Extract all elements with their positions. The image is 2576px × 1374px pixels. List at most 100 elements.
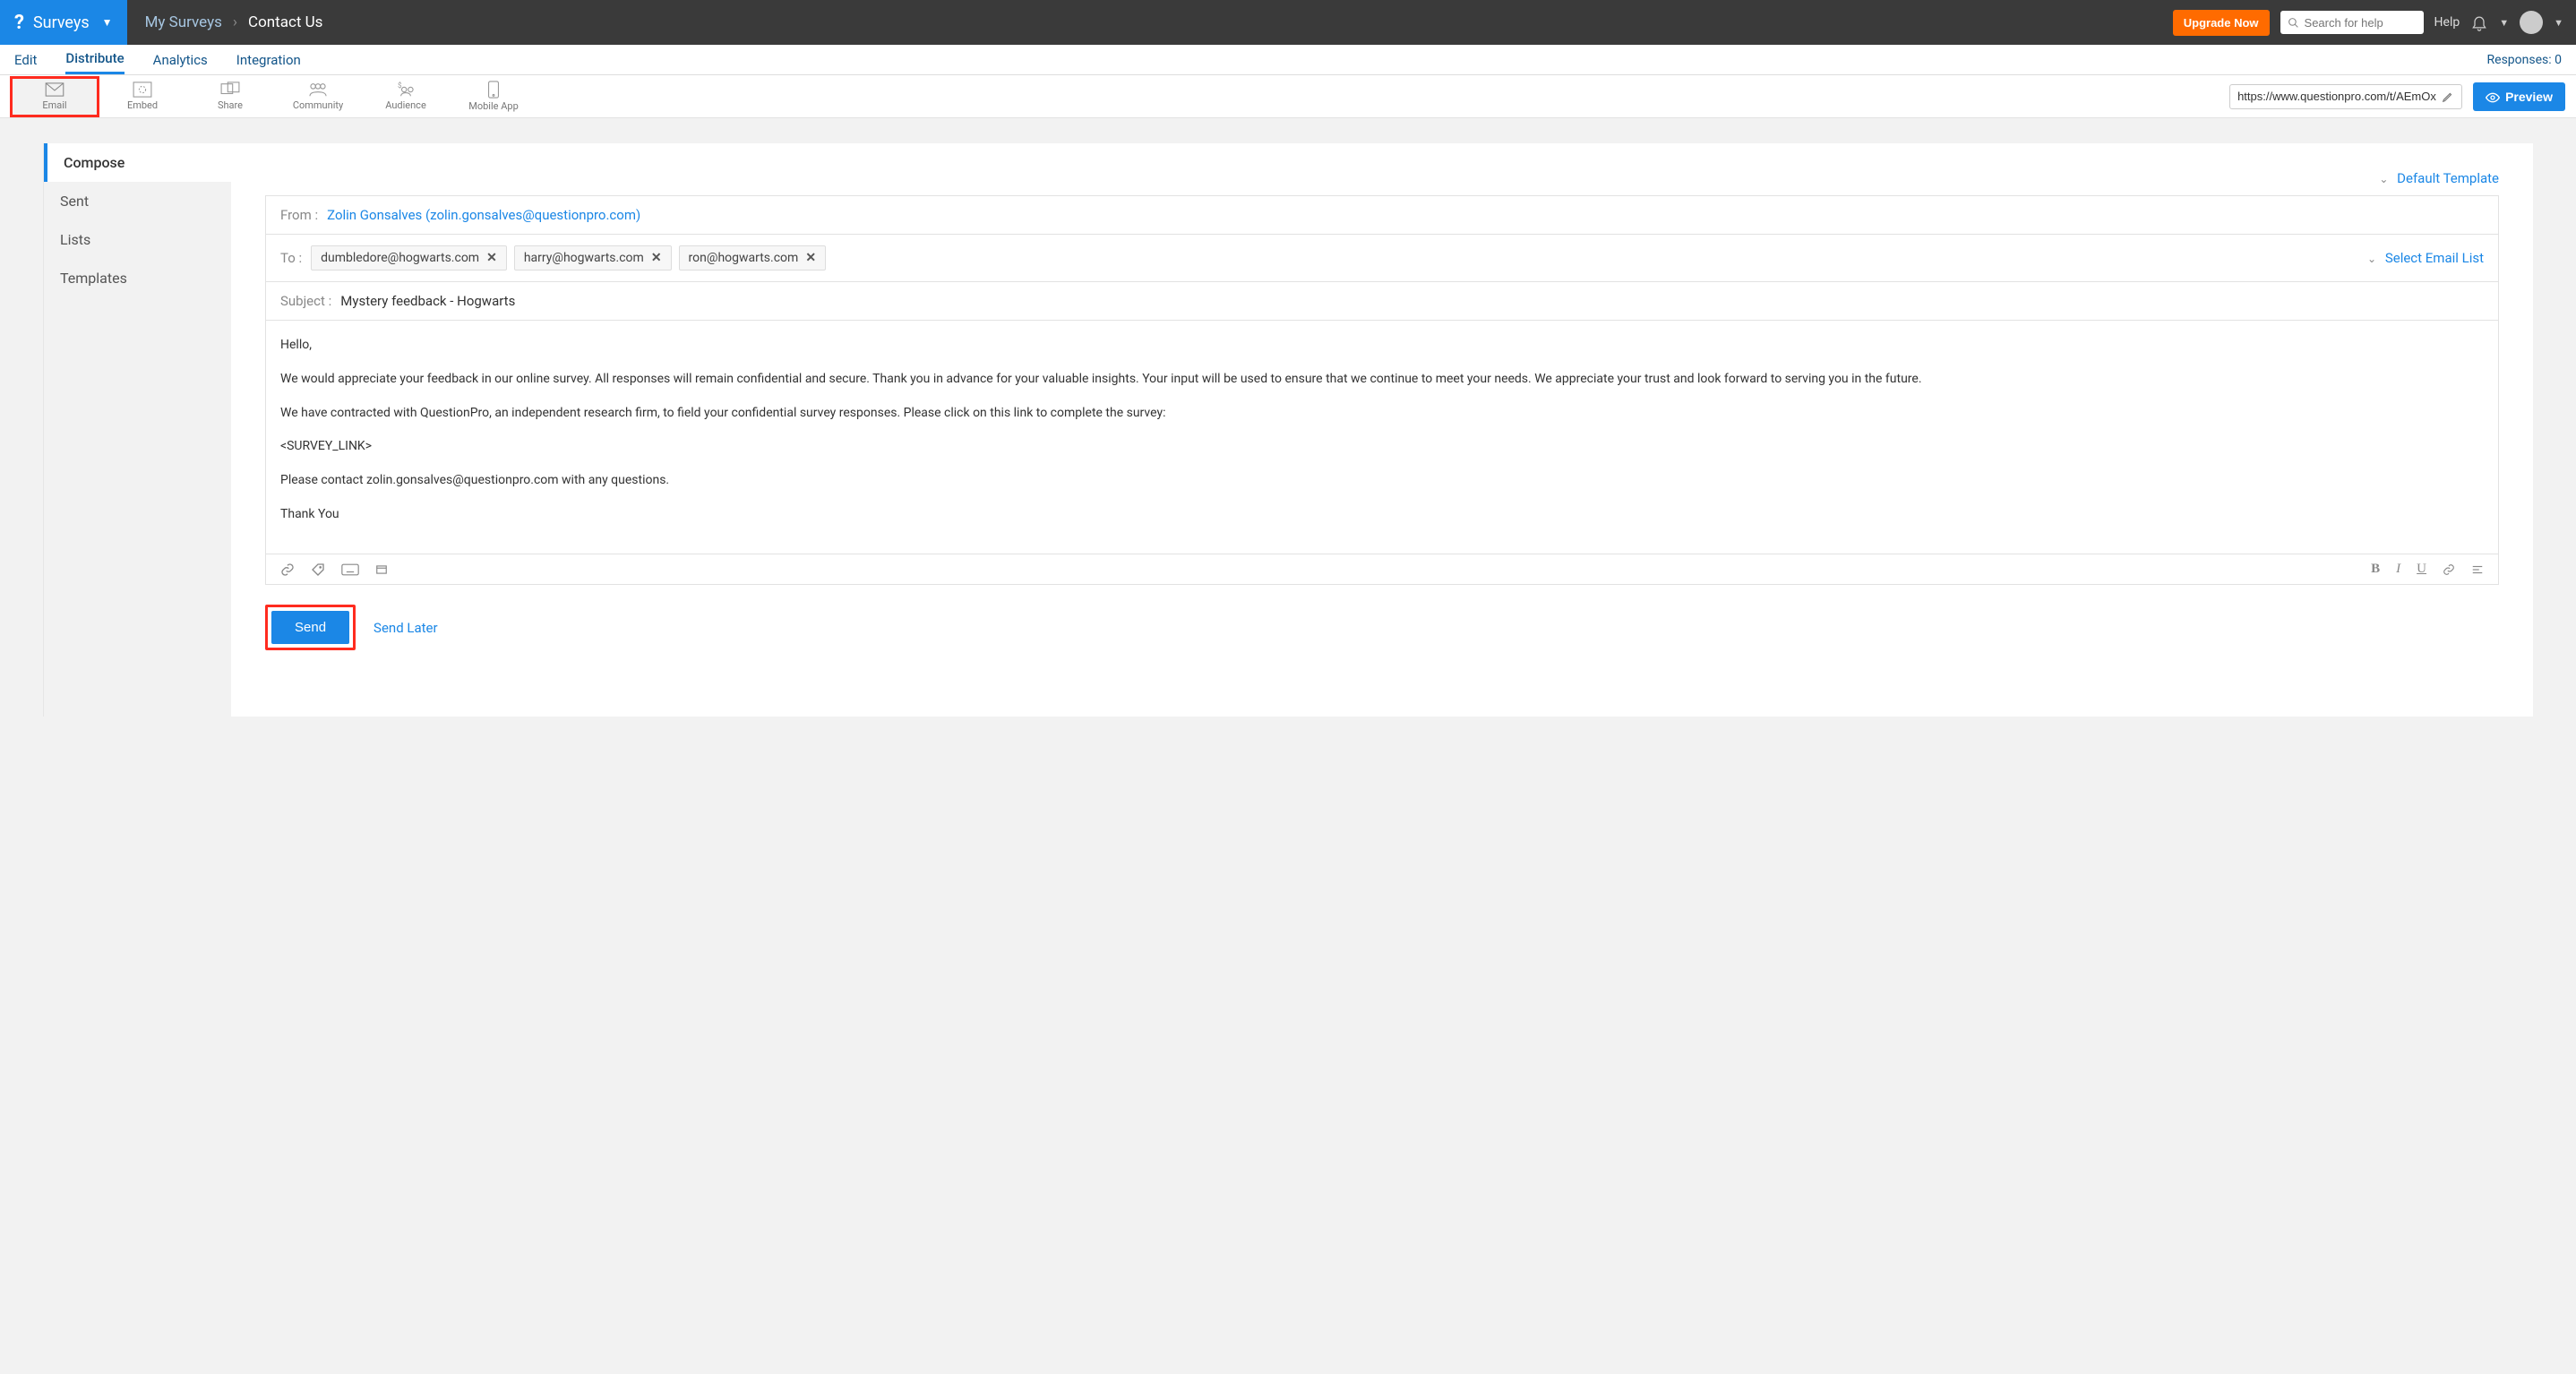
dist-mobile-label: Mobile App (468, 100, 519, 112)
recipient-chip[interactable]: dumbledore@hogwarts.com ✕ (311, 245, 507, 271)
breadcrumb-link[interactable]: My Surveys (145, 13, 222, 31)
survey-url-input[interactable] (2237, 90, 2442, 103)
subject-value[interactable]: Mystery feedback - Hogwarts (340, 293, 515, 309)
underline-button[interactable]: U (2417, 562, 2426, 577)
responses-count[interactable]: Responses: 0 (2487, 53, 2562, 67)
recipient-email: harry@hogwarts.com (524, 251, 644, 265)
chevron-right-icon: › (233, 13, 237, 31)
main-area: Compose Sent Lists Templates ⌄ Default T… (0, 118, 2576, 752)
brand-logo: ? (14, 12, 24, 34)
eye-icon (2486, 90, 2500, 104)
link-icon[interactable] (2443, 562, 2455, 577)
dist-share-label: Share (218, 99, 243, 111)
mobile-icon (487, 81, 500, 99)
caret-down-icon[interactable]: ▼ (2499, 17, 2509, 29)
link-icon[interactable] (280, 562, 295, 576)
compose-sidenav: Compose Sent Lists Templates (43, 143, 231, 717)
keyboard-icon[interactable] (341, 562, 359, 577)
top-bar: ? Surveys ▼ My Surveys › Contact Us Upgr… (0, 0, 2576, 45)
from-value[interactable]: Zolin Gonsalves (zolin.gonsalves@questio… (327, 207, 640, 223)
bold-button[interactable]: B (2371, 562, 2380, 577)
tab-integration[interactable]: Integration (236, 47, 301, 73)
dist-community[interactable]: Community (274, 77, 362, 116)
from-row: From : Zolin Gonsalves (zolin.gonsalves@… (266, 196, 2498, 235)
audience-icon: $ (396, 82, 416, 98)
select-email-list-link[interactable]: ⌄ Select Email List (2367, 250, 2484, 266)
dist-email[interactable]: Email (11, 77, 99, 116)
upgrade-button[interactable]: Upgrade Now (2173, 10, 2270, 36)
sidenav-lists[interactable]: Lists (44, 220, 231, 259)
default-template-link[interactable]: ⌄ Default Template (265, 170, 2499, 186)
body-p4: <SURVEY_LINK> (280, 436, 2484, 458)
topbar-right: Upgrade Now Help ▼ ▼ (2173, 10, 2576, 36)
tab-distribute[interactable]: Distribute (65, 45, 124, 74)
align-icon[interactable] (2471, 562, 2484, 577)
to-row: To : dumbledore@hogwarts.com ✕ harry@hog… (266, 235, 2498, 282)
search-icon (2288, 15, 2299, 30)
remove-chip-icon[interactable]: ✕ (651, 251, 662, 265)
embed-icon (133, 82, 152, 98)
dist-email-label: Email (42, 99, 66, 111)
main-tabs: Edit Distribute Analytics Integration Re… (0, 45, 2576, 75)
compose-box: From : Zolin Gonsalves (zolin.gonsalves@… (265, 195, 2499, 585)
window-icon[interactable] (375, 562, 388, 577)
sidenav-templates[interactable]: Templates (44, 259, 231, 297)
pencil-icon[interactable] (2442, 90, 2454, 104)
body-p1: Hello, (280, 335, 2484, 356)
sidenav-sent[interactable]: Sent (44, 182, 231, 220)
body-p6: Thank You (280, 504, 2484, 526)
send-row: Send Send Later (265, 605, 2499, 650)
dist-share[interactable]: Share (186, 77, 274, 116)
sidenav-compose[interactable]: Compose (44, 143, 231, 182)
body-p2: We would appreciate your feedback in our… (280, 369, 2484, 391)
to-label: To : (280, 250, 302, 266)
survey-url-box[interactable] (2229, 84, 2462, 109)
dist-mobile[interactable]: Mobile App (450, 77, 537, 116)
default-template-label: Default Template (2397, 170, 2499, 186)
recipient-chip[interactable]: ron@hogwarts.com ✕ (679, 245, 827, 271)
compose-panel: ⌄ Default Template From : Zolin Gonsalve… (231, 143, 2533, 717)
recipient-chips: dumbledore@hogwarts.com ✕ harry@hogwarts… (311, 245, 826, 271)
subject-row: Subject : Mystery feedback - Hogwarts (266, 282, 2498, 321)
help-link[interactable]: Help (2434, 15, 2460, 30)
share-icon (220, 82, 240, 98)
send-highlight: Send (265, 605, 356, 650)
toolbar-right: Preview (2229, 82, 2565, 111)
help-search[interactable] (2280, 11, 2424, 34)
body-p3: We have contracted with QuestionPro, an … (280, 403, 2484, 425)
breadcrumb-current: Contact Us (248, 13, 322, 31)
recipient-email: dumbledore@hogwarts.com (321, 251, 479, 265)
brand-menu[interactable]: ? Surveys ▼ (0, 0, 127, 45)
caret-down-icon[interactable]: ▼ (2554, 17, 2563, 29)
dist-audience-label: Audience (385, 99, 426, 111)
recipient-chip[interactable]: harry@hogwarts.com ✕ (514, 245, 672, 271)
distribute-toolbar: Email Embed Share Community $ Audience M… (0, 75, 2576, 118)
send-later-link[interactable]: Send Later (374, 620, 438, 636)
preview-button[interactable]: Preview (2473, 82, 2565, 111)
help-search-input[interactable] (2305, 16, 2417, 30)
tab-analytics[interactable]: Analytics (153, 47, 208, 73)
dist-community-label: Community (293, 99, 343, 111)
email-body-editor[interactable]: Hello, We would appreciate your feedback… (266, 321, 2498, 554)
mail-icon (45, 82, 64, 98)
send-button[interactable]: Send (271, 611, 349, 644)
remove-chip-icon[interactable]: ✕ (805, 251, 816, 265)
tag-icon[interactable] (311, 562, 325, 576)
body-p5: Please contact zolin.gonsalves@questionp… (280, 470, 2484, 492)
editor-toolbar: B I U (266, 554, 2498, 584)
dist-audience[interactable]: $ Audience (362, 77, 450, 116)
from-label: From : (280, 207, 318, 223)
recipient-email: ron@hogwarts.com (689, 251, 799, 265)
caret-down-icon: ▼ (102, 16, 113, 29)
dist-embed[interactable]: Embed (99, 77, 186, 116)
brand-name: Surveys (33, 13, 90, 32)
italic-button[interactable]: I (2396, 562, 2400, 577)
preview-label: Preview (2505, 90, 2553, 104)
subject-label: Subject : (280, 293, 331, 309)
bell-icon[interactable] (2470, 13, 2488, 31)
remove-chip-icon[interactable]: ✕ (486, 251, 497, 265)
chevron-down-icon: ⌄ (2379, 173, 2388, 185)
dist-embed-label: Embed (127, 99, 158, 111)
user-avatar[interactable] (2520, 11, 2543, 34)
tab-edit[interactable]: Edit (14, 47, 37, 73)
